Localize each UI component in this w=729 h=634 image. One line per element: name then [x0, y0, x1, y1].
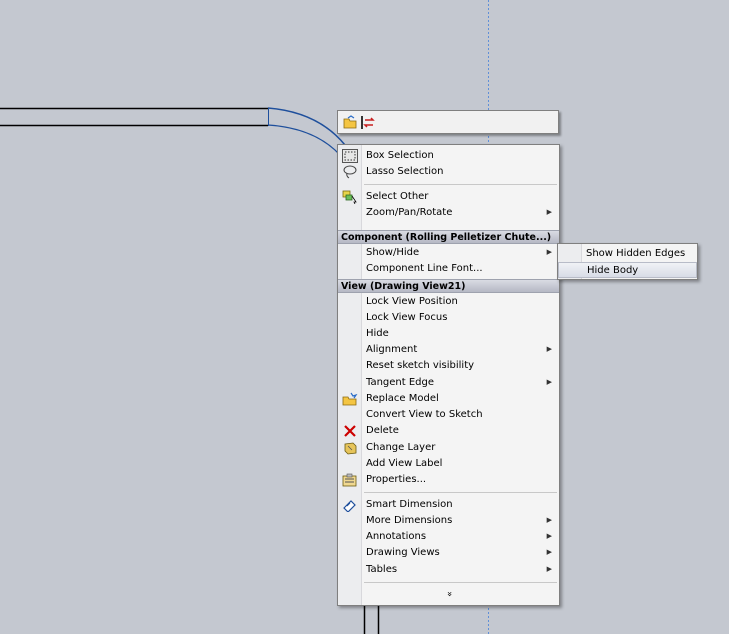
menu-item-lock-view-position[interactable]: Lock View Position: [338, 294, 559, 310]
menu-item-label: Annotations: [366, 531, 427, 542]
menu-separator: [364, 184, 557, 185]
expand-menu-button[interactable]: »: [338, 589, 559, 603]
menu-item-label: Replace Model: [366, 393, 439, 404]
menu-item-annotations[interactable]: Annotations ▶: [338, 529, 559, 545]
menu-item-label: Alignment: [366, 344, 418, 355]
chevron-double-down-icon: »: [443, 591, 454, 597]
menu-item-label: Convert View to Sketch: [366, 409, 483, 420]
show-hide-submenu: Show Hidden Edges Hide Body: [557, 243, 698, 280]
menu-item-label: Drawing Views: [366, 547, 440, 558]
change-layer-icon: [342, 441, 358, 455]
submenu-arrow-icon: ▶: [546, 516, 552, 524]
menu-item-label: More Dimensions: [366, 515, 453, 526]
menu-item-label: Smart Dimension: [366, 499, 453, 510]
submenu-arrow-icon: ▶: [546, 345, 552, 353]
menu-item-more-dimensions[interactable]: More Dimensions ▶: [338, 513, 559, 529]
submenu-arrow-icon: ▶: [546, 208, 552, 216]
submenu-arrow-icon: ▶: [546, 532, 552, 540]
menu-item-label: Reset sketch visibility: [366, 360, 475, 371]
menu-item-smart-dimension[interactable]: Smart Dimension: [338, 497, 559, 513]
menu-item-add-view-label[interactable]: Add View Label: [338, 456, 559, 472]
menu-item-show-hide[interactable]: Show/Hide ▶: [338, 245, 559, 261]
box-selection-icon: [342, 149, 358, 163]
smart-dimension-icon: [342, 498, 358, 513]
submenu-item-hide-body[interactable]: Hide Body: [558, 262, 697, 278]
submenu-item-show-hidden-edges[interactable]: Show Hidden Edges: [558, 246, 697, 262]
menu-item-label: Hide Body: [587, 265, 639, 276]
menu-item-change-layer[interactable]: Change Layer: [338, 440, 559, 456]
menu-item-lasso-selection[interactable]: Lasso Selection: [338, 164, 559, 180]
menu-item-label: Tangent Edge: [366, 377, 435, 388]
menu-item-alignment[interactable]: Alignment ▶: [338, 342, 559, 358]
menu-item-delete[interactable]: Delete: [338, 423, 559, 439]
submenu-arrow-icon: ▶: [546, 565, 552, 573]
component-section-header: Component (Rolling Pelletizer Chute...): [338, 230, 559, 244]
menu-item-zoom-pan-rotate[interactable]: Zoom/Pan/Rotate ▶: [338, 205, 559, 221]
delete-icon: [342, 424, 358, 438]
menu-item-label: Zoom/Pan/Rotate: [366, 207, 453, 218]
menu-item-properties[interactable]: Properties...: [338, 472, 559, 488]
menu-item-replace-model[interactable]: Replace Model: [338, 391, 559, 407]
menu-item-hide[interactable]: Hide: [338, 326, 559, 342]
context-toolbar: [337, 110, 559, 134]
submenu-arrow-icon: ▶: [546, 248, 552, 256]
select-other-icon: [342, 190, 358, 205]
open-drawing-icon[interactable]: [342, 115, 358, 130]
menu-item-select-other[interactable]: Select Other: [338, 189, 559, 205]
menu-item-label: Show Hidden Edges: [586, 248, 686, 259]
menu-separator: [364, 492, 557, 493]
menu-item-label: Show/Hide: [366, 247, 420, 258]
menu-item-label: Add View Label: [366, 458, 443, 469]
menu-item-box-selection[interactable]: Box Selection: [338, 148, 559, 164]
menu-item-component-line-font[interactable]: Component Line Font...: [338, 261, 559, 277]
menu-item-label: Lock View Focus: [366, 312, 448, 323]
menu-separator: [364, 582, 557, 583]
menu-item-drawing-views[interactable]: Drawing Views ▶: [338, 545, 559, 561]
menu-item-tangent-edge[interactable]: Tangent Edge ▶: [338, 375, 559, 391]
submenu-arrow-icon: ▶: [546, 378, 552, 386]
menu-item-label: Component Line Font...: [366, 263, 483, 274]
context-menu: Box Selection Lasso Selection Select Oth…: [337, 144, 560, 606]
properties-icon: [342, 473, 358, 487]
menu-item-label: Lasso Selection: [366, 166, 444, 177]
menu-item-label: Change Layer: [366, 442, 436, 453]
menu-item-tables[interactable]: Tables ▶: [338, 562, 559, 578]
submenu-arrow-icon: ▶: [546, 548, 552, 556]
view-section-header: View (Drawing View21): [338, 279, 559, 293]
menu-item-label: Delete: [366, 425, 399, 436]
menu-item-lock-view-focus[interactable]: Lock View Focus: [338, 310, 559, 326]
menu-item-label: Hide: [366, 328, 389, 339]
menu-item-reset-sketch-visibility[interactable]: Reset sketch visibility: [338, 358, 559, 374]
menu-item-label: Box Selection: [366, 150, 434, 161]
view-header-label: View (Drawing View21): [341, 281, 466, 292]
menu-item-label: Tables: [366, 564, 398, 575]
menu-item-label: Select Other: [366, 191, 429, 202]
replace-model-icon: [342, 392, 358, 406]
lasso-selection-icon: [342, 165, 358, 179]
swap-icon[interactable]: [360, 115, 376, 130]
menu-item-label: Properties...: [366, 474, 427, 485]
component-header-label: Component (Rolling Pelletizer Chute...): [341, 232, 552, 243]
menu-item-label: Lock View Position: [366, 296, 458, 307]
menu-item-convert-view-to-sketch[interactable]: Convert View to Sketch: [338, 407, 559, 423]
